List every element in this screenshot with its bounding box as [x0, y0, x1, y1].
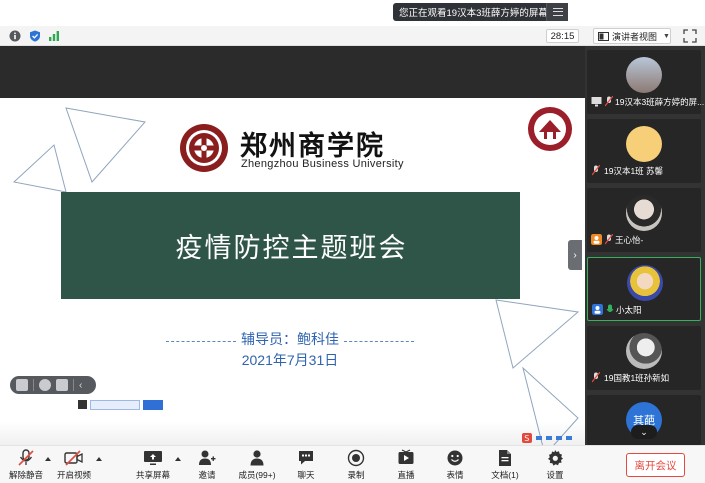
avatar — [626, 57, 662, 93]
share-screen-label: 共享屏幕 — [135, 470, 170, 480]
participant-panel: 19汉本3班薛方婷的屏... 19汉本1班 苏馨 王心怡- 小太阳 19国教1班… — [585, 46, 705, 445]
participant-tile[interactable]: 19国教1班孙新如 — [587, 326, 701, 390]
invite-label: 邀请 — [198, 470, 216, 480]
unmute-button[interactable]: 解除静音 — [0, 449, 52, 483]
documents-label: 文档(1) — [491, 470, 519, 480]
shared-screen-area: 郑州商学院 Zhengzhou Business University 疫情防控… — [0, 46, 585, 455]
user-icon — [591, 234, 602, 245]
add-user-icon — [199, 450, 216, 465]
screen-share-notice: 您正在观看19汉本3班薛方婷的屏幕 — [393, 3, 568, 21]
svg-text:S: S — [524, 434, 529, 443]
mic-muted-icon — [605, 234, 613, 245]
share-screen-icon — [144, 451, 162, 465]
document-icon — [499, 450, 511, 466]
meeting-timer: 28:15 — [546, 29, 579, 43]
participant-name: 19国教1班孙新如 — [604, 373, 670, 383]
security-shield-icon[interactable] — [29, 30, 41, 42]
video-options-caret[interactable] — [96, 457, 102, 461]
members-icon — [250, 450, 264, 466]
collapse-left-icon[interactable]: ‹ — [79, 380, 82, 391]
participant-name: 19汉本1班 苏馨 — [604, 166, 664, 176]
status-bar: 28:15 演讲者视图 ▼ — [0, 26, 705, 46]
settings-button[interactable]: 设置 — [529, 449, 581, 483]
emoji-icon — [447, 450, 463, 466]
live-label: 直播 — [397, 470, 415, 480]
meeting-toolbar: 解除静音 开启视频 共享屏幕 邀请 成员(99+) 聊天 录制 直播 表情 文档… — [0, 445, 705, 483]
exit-viewing-button[interactable] — [546, 3, 568, 21]
title-banner: 疫情防控主题班会 — [61, 192, 520, 299]
avatar — [627, 265, 663, 301]
avatar — [626, 126, 662, 162]
chat-label: 聊天 — [297, 470, 315, 480]
record-button[interactable]: 录制 — [330, 449, 382, 483]
record-label: 录制 — [347, 470, 365, 480]
leave-meeting-button[interactable]: 离开会议 — [626, 453, 685, 477]
taskbar-app-active — [143, 399, 163, 410]
participant-tile-active[interactable]: 小太阳 — [587, 257, 701, 321]
windows-start-icon — [78, 400, 87, 409]
university-logo-icon — [180, 124, 228, 172]
mic-muted-icon — [18, 449, 34, 466]
screen-share-notice-text: 您正在观看19汉本3班薛方婷的屏幕 — [399, 8, 548, 19]
live-button[interactable]: 直播 — [380, 449, 432, 483]
avatar — [626, 195, 662, 231]
settings-label: 设置 — [546, 470, 564, 480]
participant-name: 小太阳 — [616, 305, 642, 315]
participant-tile[interactable]: 19汉本3班薛方婷的屏... — [587, 50, 705, 114]
start-video-button[interactable]: 开启视频 — [48, 449, 100, 483]
counselor-text: 辅导员：鲍科佳 — [241, 331, 339, 347]
participant-name: 王心怡- — [615, 235, 644, 245]
documents-button[interactable]: 文档(1) — [479, 449, 531, 483]
info-icon[interactable] — [9, 30, 21, 42]
slide-title: 疫情防控主题班会 — [175, 233, 408, 264]
menu-icon — [552, 8, 563, 16]
members-button[interactable]: 成员(99+) — [231, 449, 283, 483]
ime-toolbar-icon: S — [522, 433, 572, 443]
chat-icon — [299, 451, 313, 465]
reactions-button[interactable]: 表情 — [429, 449, 481, 483]
signal-strength-icon[interactable] — [48, 30, 60, 42]
avatar — [626, 333, 662, 369]
gear-icon — [548, 450, 563, 466]
mic-active-icon — [606, 304, 614, 312]
shared-taskbar — [78, 398, 178, 411]
annotation-toolbar[interactable]: ‹ — [10, 376, 96, 394]
chevron-down-icon: ▼ — [663, 32, 670, 40]
invite-button[interactable]: 邀请 — [181, 449, 233, 483]
share-screen-button[interactable]: 共享屏幕 — [127, 449, 179, 483]
chat-button[interactable]: 聊天 — [280, 449, 332, 483]
mic-muted-icon — [592, 372, 600, 383]
scroll-down-button[interactable]: ⌄ — [631, 425, 657, 439]
face-tool-icon[interactable] — [39, 379, 51, 391]
participant-tile[interactable]: 19汉本1班 苏馨 — [587, 119, 701, 183]
layout-icon — [598, 31, 609, 41]
pointer-tool-icon[interactable] — [16, 379, 28, 391]
collapse-panel-button[interactable]: › — [568, 240, 582, 270]
participant-tile[interactable]: 其葩 ⌄ — [587, 395, 701, 445]
start-video-label: 开启视频 — [56, 470, 91, 480]
video-off-icon — [64, 450, 83, 466]
participant-name: 19汉本3班薛方婷的屏... — [615, 97, 705, 107]
view-mode-label: 演讲者视图 — [612, 31, 658, 42]
screen-share-icon — [591, 97, 602, 107]
reactions-label: 表情 — [446, 470, 464, 480]
view-mode-button[interactable]: 演讲者视图 ▼ — [593, 28, 671, 44]
members-label: 成员(99+) — [238, 470, 276, 480]
taskbar-app — [90, 399, 140, 410]
date-text: 2021年7月31日 — [241, 352, 339, 368]
university-badge-icon — [528, 107, 572, 151]
meeting-window: 您正在观看19汉本3班薛方婷的屏幕 28:15 演讲者视图 ▼ 郑州商学院 Zh… — [0, 0, 705, 483]
school-name-english: Zhengzhou Business University — [241, 158, 404, 170]
mic-muted-icon — [592, 165, 600, 176]
participant-tile[interactable]: 王心怡- — [587, 188, 701, 252]
fullscreen-icon[interactable] — [683, 29, 697, 43]
live-stream-icon — [398, 449, 414, 464]
user-icon — [592, 304, 603, 315]
unmute-label: 解除静音 — [8, 470, 43, 480]
mic-muted-icon — [605, 96, 613, 107]
record-icon — [347, 449, 365, 467]
chat-tool-icon[interactable] — [56, 379, 68, 391]
